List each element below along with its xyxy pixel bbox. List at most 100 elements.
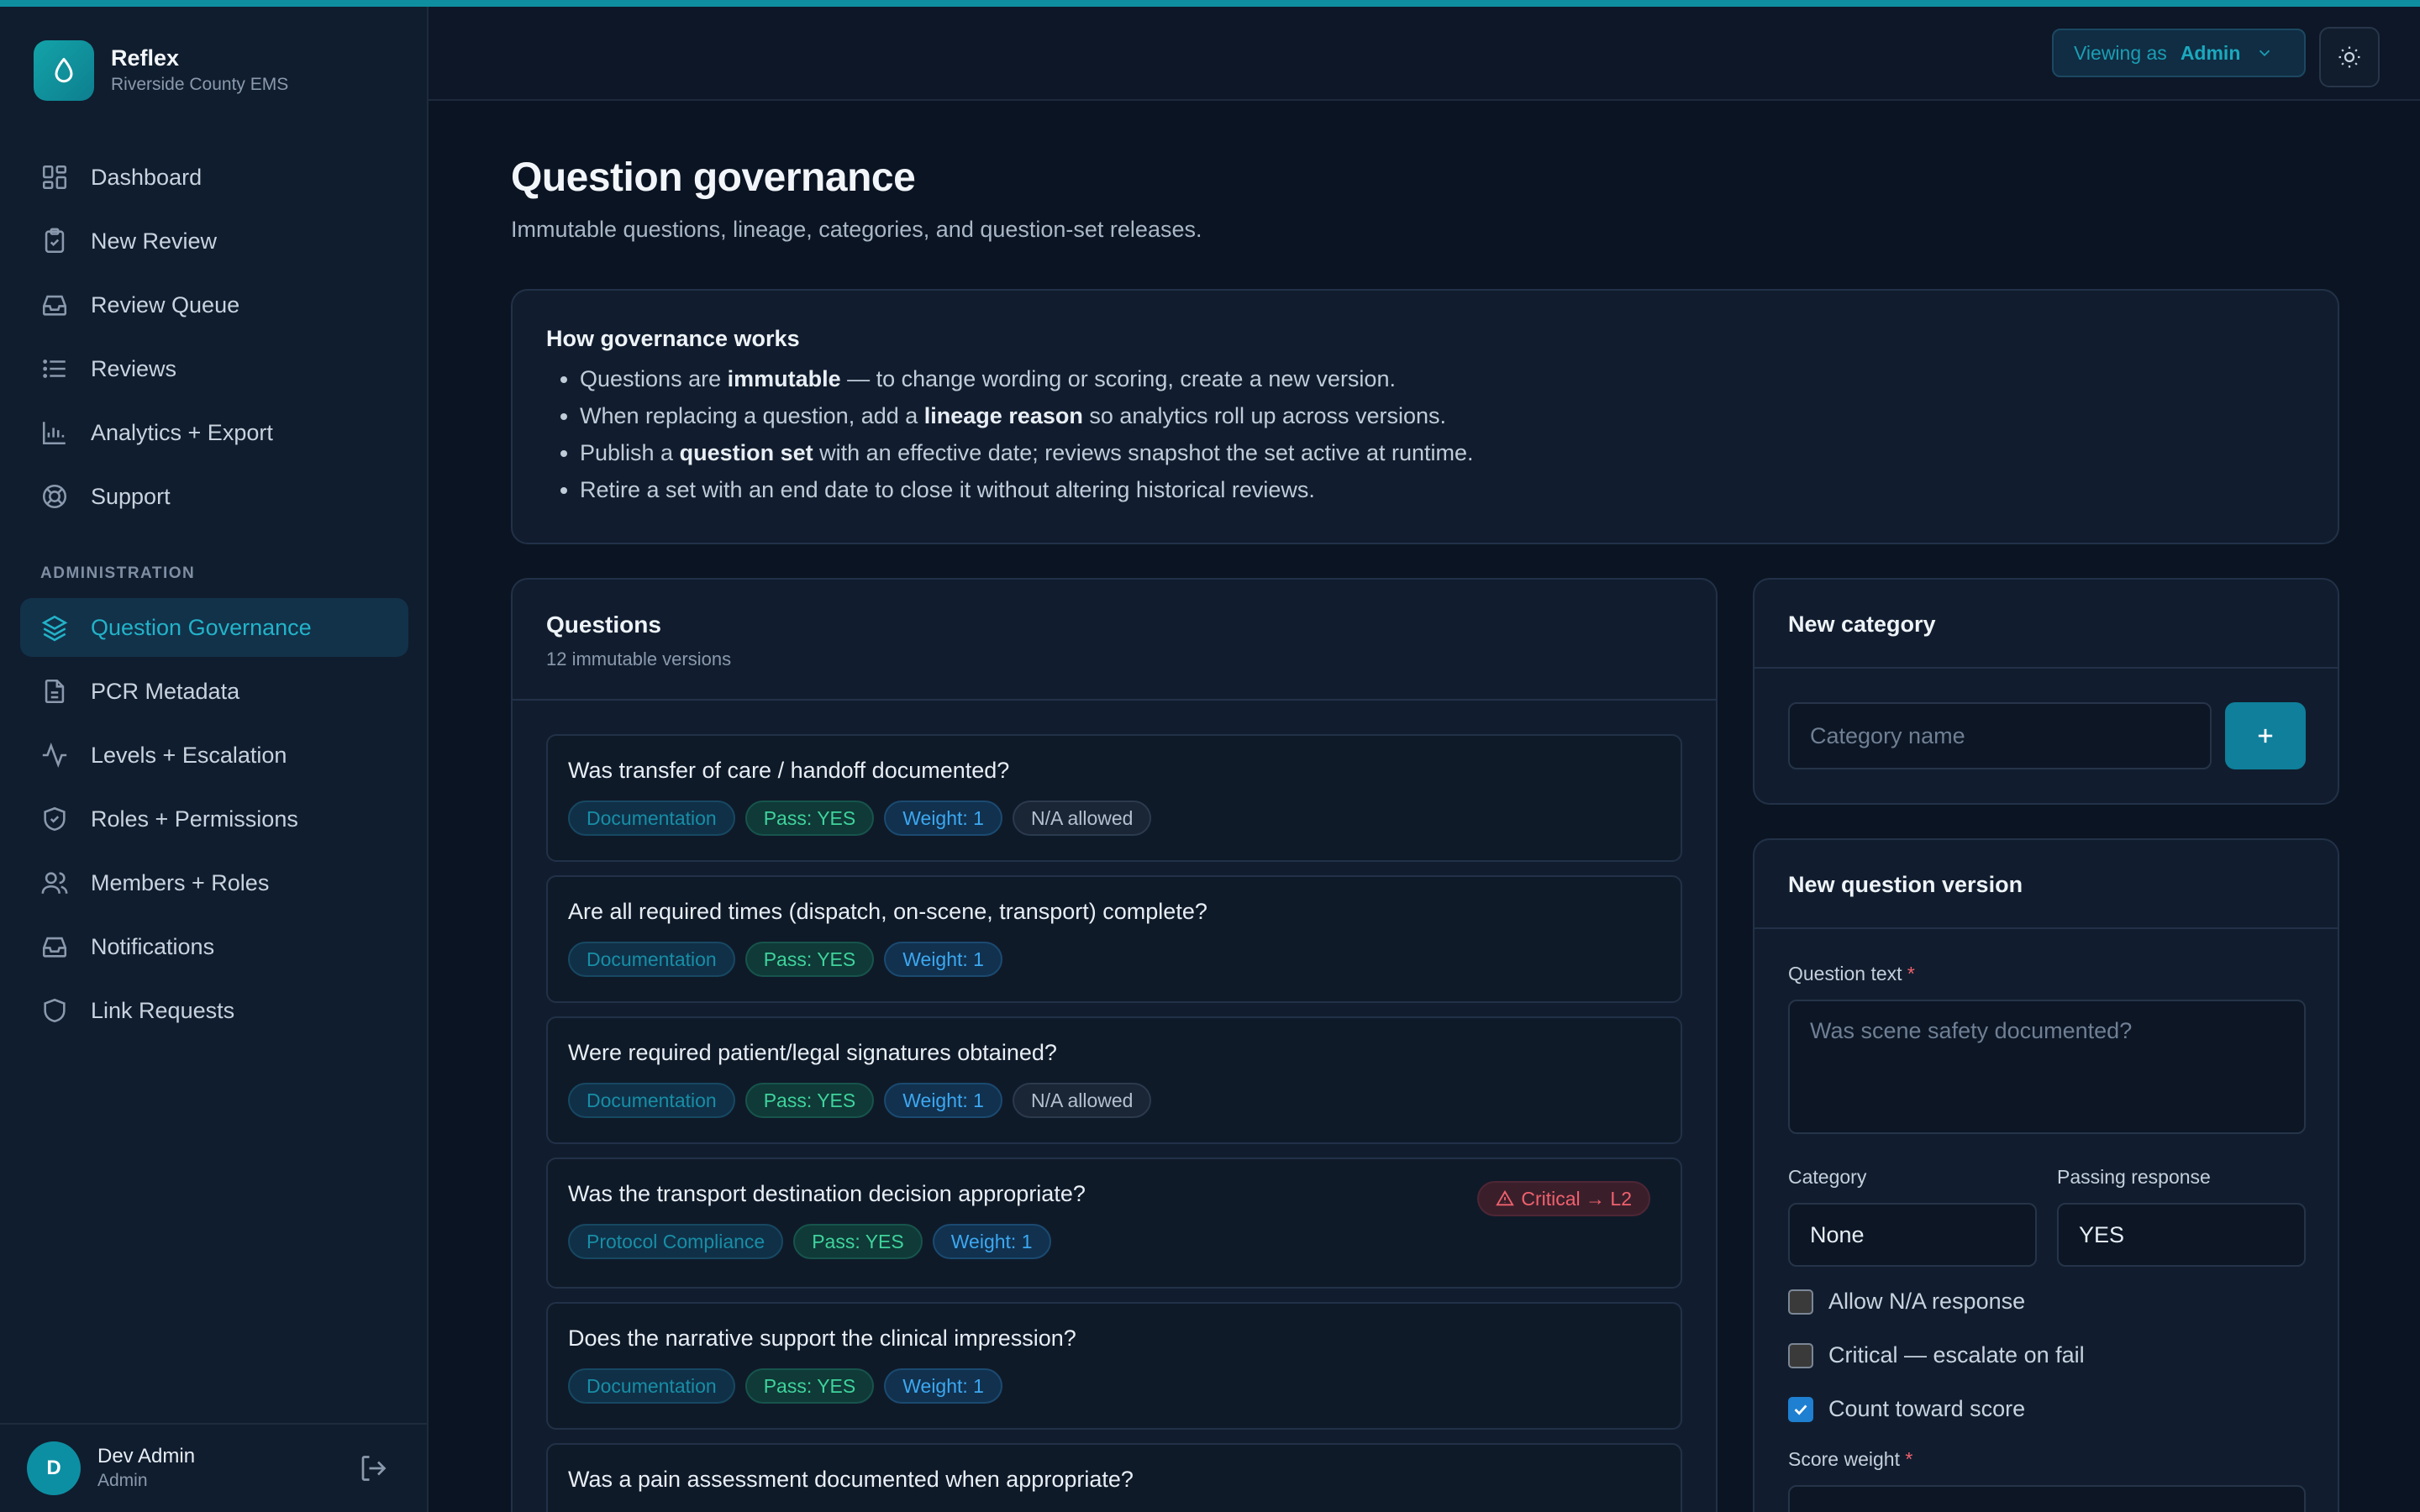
new-question-title: New question version: [1754, 840, 2338, 929]
count-score-label: Count toward score: [1828, 1396, 2026, 1421]
question-item[interactable]: Are all required times (dispatch, on-sce…: [546, 875, 1682, 1003]
checkbox-box-checked: [1788, 1396, 1813, 1422]
category-select[interactable]: None: [1788, 1203, 2037, 1267]
nav-item-levels-escalation[interactable]: Levels + Escalation: [20, 726, 408, 785]
na-allowed-badge: N/A allowed: [1012, 801, 1152, 836]
nav-label: Levels + Escalation: [91, 742, 287, 768]
question-text: Was transfer of care / handoff documente…: [568, 758, 1010, 783]
theme-toggle-button[interactable]: [2319, 27, 2380, 87]
nav-item-review-queue[interactable]: Review Queue: [20, 276, 408, 334]
category-badge: Documentation: [568, 801, 735, 836]
user-role: Admin: [97, 1471, 148, 1490]
bar-chart-icon: [42, 422, 66, 445]
new-question-version-card: New question version Question text * Was…: [1753, 838, 2339, 1512]
question-text: Are all required times (dispatch, on-sce…: [568, 899, 1207, 924]
question-item[interactable]: Was the transport destination decision a…: [546, 1158, 1682, 1289]
file-icon: [45, 679, 65, 704]
inbox-icon: [42, 295, 67, 316]
na-allowed-badge: N/A allowed: [1012, 1083, 1152, 1118]
chevron-down-icon: [2260, 50, 2270, 57]
question-text-textarea[interactable]: Was scene safety documented?: [1788, 1000, 2306, 1134]
clipboard-check-icon: [45, 228, 65, 254]
nav-item-link-requests[interactable]: Link Requests: [20, 981, 408, 1040]
questions-title: Questions: [546, 612, 661, 638]
top-accent-bar: [0, 0, 2420, 7]
how-title: How governance works: [546, 326, 800, 351]
main-nav: Dashboard New Review Review Queue Review…: [20, 148, 408, 531]
checkbox-box: [1788, 1289, 1813, 1315]
category-badge: Documentation: [568, 942, 735, 977]
score-weight-label: Score weight *: [1788, 1448, 1913, 1470]
avatar[interactable]: D: [27, 1441, 81, 1495]
nav-item-analytics-export[interactable]: Analytics + Export: [20, 403, 408, 462]
question-item[interactable]: Was a pain assessment documented when ap…: [546, 1443, 1682, 1512]
nav-item-support[interactable]: Support: [20, 467, 408, 526]
allow-na-label: Allow N/A response: [1828, 1289, 2026, 1314]
nav-label: Dashboard: [91, 164, 203, 190]
questions-card: Questions 12 immutable versions Was tran…: [511, 578, 1718, 1512]
user-name: Dev Admin: [97, 1445, 196, 1467]
page-subtitle: Immutable questions, lineage, categories…: [511, 217, 1202, 242]
brand-org: Riverside County EMS: [111, 75, 289, 94]
layers-icon: [41, 615, 68, 642]
passing-response-select[interactable]: YES: [2057, 1203, 2306, 1267]
how-item: Publish a question set with an effective…: [580, 434, 2304, 471]
how-item: Retire a set with an end date to close i…: [580, 471, 2304, 508]
list-icon: [43, 360, 66, 378]
allow-na-checkbox[interactable]: Allow N/A response: [1788, 1289, 2025, 1315]
pass-badge: Pass: YES: [744, 942, 875, 977]
topbar: Viewing as Admin: [429, 7, 2420, 101]
droplet-icon: [34, 40, 94, 101]
nav-label: Link Requests: [91, 997, 235, 1023]
nav-item-notifications[interactable]: Notifications: [20, 917, 408, 976]
critical-label: Critical — escalate on fail: [1828, 1342, 2085, 1368]
check-icon: [1794, 1404, 1807, 1415]
count-toward-score-checkbox[interactable]: Count toward score: [1788, 1396, 2025, 1422]
nav-item-dashboard[interactable]: Dashboard: [20, 148, 408, 207]
checkbox-box: [1788, 1342, 1813, 1368]
weight-badge: Weight: 1: [884, 1368, 1002, 1404]
nav-section-administration: ADMINISTRATION: [40, 564, 196, 582]
warning-icon: [1496, 1189, 1515, 1206]
nav-label: Roles + Permissions: [91, 806, 298, 832]
nav-label: PCR Metadata: [91, 678, 240, 704]
nav-item-new-review[interactable]: New Review: [20, 212, 408, 270]
add-category-button[interactable]: [2225, 702, 2306, 769]
question-text: Were required patient/legal signatures o…: [568, 1040, 1057, 1065]
nav-item-members-roles[interactable]: Members + Roles: [20, 853, 408, 912]
nav-item-pcr-metadata[interactable]: PCR Metadata: [20, 662, 408, 721]
nav-label: Members + Roles: [91, 869, 270, 895]
pass-badge: Pass: YES: [744, 1368, 875, 1404]
nav-item-question-governance[interactable]: Question Governance: [20, 598, 408, 657]
question-text-label: Question text *: [1788, 963, 1915, 984]
weight-badge: Weight: 1: [884, 801, 1002, 836]
admin-nav: Question Governance PCR Metadata Levels …: [20, 598, 408, 1045]
question-item[interactable]: Does the narrative support the clinical …: [546, 1302, 1682, 1430]
score-weight-input[interactable]: [1788, 1485, 2306, 1512]
dashboard-icon: [42, 165, 67, 190]
question-item[interactable]: Was transfer of care / handoff documente…: [546, 734, 1682, 862]
users-icon: [41, 872, 68, 894]
how-governance-works-card: How governance works Questions are immut…: [511, 289, 2339, 544]
weight-badge: Weight: 1: [884, 942, 1002, 977]
pass-badge: Pass: YES: [744, 801, 875, 836]
sun-icon: [2338, 46, 2360, 68]
category-label: Category: [1788, 1166, 1867, 1188]
critical-checkbox[interactable]: Critical — escalate on fail: [1788, 1342, 2085, 1368]
category-name-input[interactable]: Category name: [1788, 702, 2212, 769]
logout-icon[interactable]: [358, 1453, 388, 1488]
questions-count: 12 immutable versions: [546, 648, 732, 669]
passing-response-label: Passing response: [2057, 1166, 2211, 1188]
nav-label: Notifications: [91, 933, 215, 959]
question-item[interactable]: Were required patient/legal signatures o…: [546, 1016, 1682, 1144]
pass-badge: Pass: YES: [793, 1224, 923, 1259]
viewing-as-dropdown[interactable]: Viewing as Admin: [2052, 29, 2306, 77]
lifebuoy-icon: [42, 484, 67, 509]
nav-item-roles-permissions[interactable]: Roles + Permissions: [20, 790, 408, 848]
question-text: Does the narrative support the clinical …: [568, 1326, 1076, 1351]
activity-icon: [42, 743, 67, 768]
category-badge: Protocol Compliance: [568, 1224, 784, 1259]
brand[interactable]: Reflex Riverside County EMS: [34, 40, 288, 101]
critical-label: Critical → L2: [1521, 1187, 1632, 1210]
nav-item-reviews[interactable]: Reviews: [20, 339, 408, 398]
